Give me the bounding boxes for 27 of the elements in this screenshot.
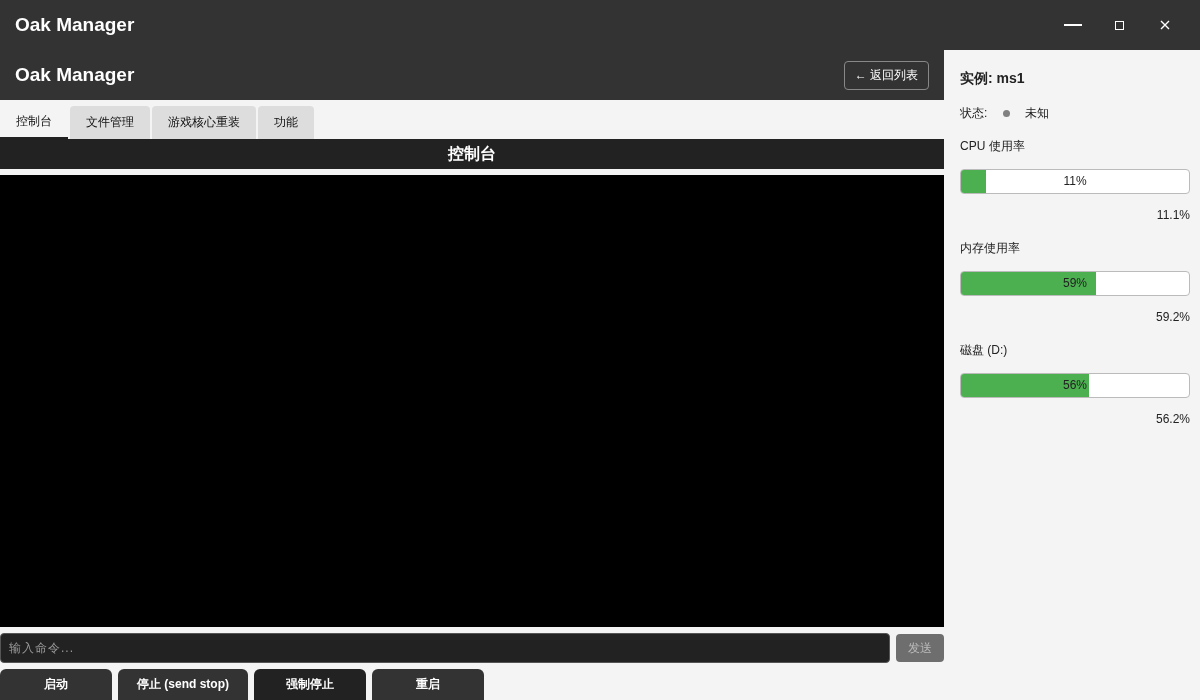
instance-title: 实例: ms1 bbox=[960, 70, 1026, 88]
window-title: Oak Manager bbox=[15, 14, 136, 36]
action-button[interactable]: 启动 bbox=[0, 669, 112, 700]
meter-reading: 56.2% bbox=[1155, 412, 1190, 426]
console-title: 控制台 bbox=[0, 139, 944, 169]
meter-label: 内存使用率 bbox=[960, 240, 1021, 257]
maximize-icon bbox=[1114, 20, 1124, 30]
meter-label: CPU 使用率 bbox=[960, 138, 1026, 155]
minimize-icon bbox=[1064, 24, 1082, 26]
meter-reading: 59.2% bbox=[1155, 310, 1190, 324]
status-label: 状态: bbox=[960, 105, 988, 122]
tab[interactable]: 功能 bbox=[258, 106, 314, 139]
back-button[interactable]: ← 返回列表 bbox=[843, 60, 929, 90]
action-button[interactable]: 停止 (send stop) bbox=[118, 669, 248, 700]
progress-text: 11% bbox=[1062, 173, 1088, 190]
action-button[interactable]: 重启 bbox=[372, 669, 484, 700]
meter-label: 磁盘 (D:) bbox=[960, 342, 1009, 359]
app-title: Oak Manager bbox=[15, 64, 135, 86]
close-icon bbox=[1160, 20, 1170, 30]
progress-text: 56% bbox=[1062, 377, 1088, 394]
status-value: 未知 bbox=[1025, 105, 1050, 122]
action-button[interactable]: 强制停止 bbox=[254, 669, 366, 700]
meter-reading: 11.1% bbox=[1156, 208, 1190, 222]
tab[interactable]: 文件管理 bbox=[70, 106, 150, 139]
tab[interactable]: 游戏核心重装 bbox=[152, 106, 256, 139]
progress-text: 59% bbox=[1062, 275, 1088, 292]
command-input[interactable]: 输入命令... bbox=[0, 633, 890, 663]
